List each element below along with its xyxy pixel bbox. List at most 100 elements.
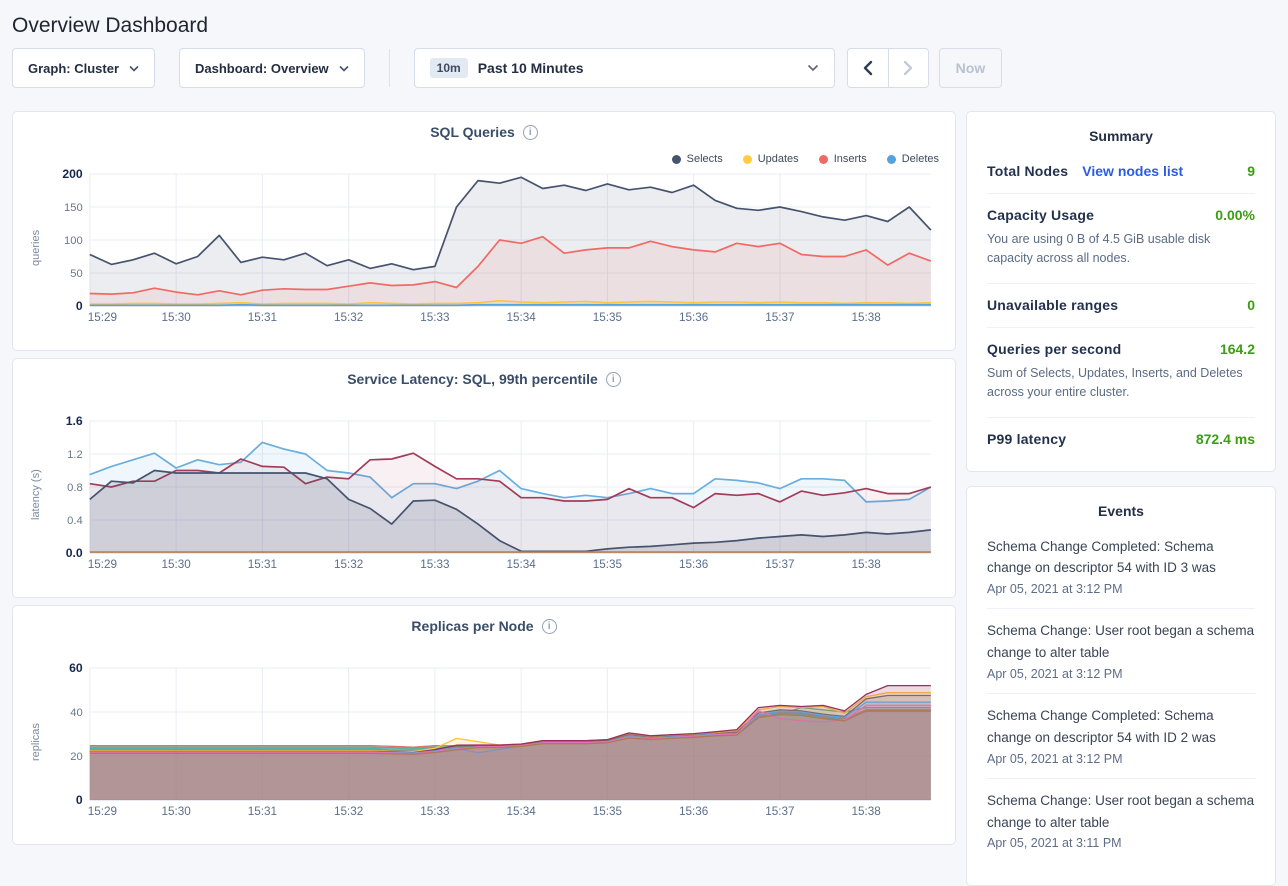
svg-text:15:34: 15:34 — [506, 558, 536, 571]
queries-per-second-label: Queries per second — [987, 341, 1121, 357]
svg-text:15:32: 15:32 — [334, 558, 363, 571]
svg-text:0: 0 — [76, 299, 83, 313]
legend-dot — [743, 155, 752, 164]
next-timespan-button[interactable] — [888, 49, 928, 87]
events-panel: Events Schema Change Completed: Schema c… — [966, 486, 1276, 886]
svg-text:40: 40 — [70, 707, 82, 719]
svg-text:20: 20 — [70, 751, 82, 763]
summary-row-capacity: Capacity Usage 0.00% You are using 0 B o… — [987, 193, 1255, 283]
svg-text:15:38: 15:38 — [852, 558, 881, 571]
event-text: Schema Change: User root began a schema … — [987, 620, 1255, 664]
chevron-down-icon — [129, 65, 139, 72]
legend-item-deletes[interactable]: Deletes — [887, 152, 939, 166]
replicas-ylabel: replicas — [29, 662, 43, 822]
capacity-usage-value: 0.00% — [1215, 207, 1255, 223]
replicas-per-node-panel: Replicas per Node i replicas 15:2915:301… — [12, 605, 956, 845]
toolbar: Graph: Cluster Dashboard: Overview 10m P… — [12, 48, 1276, 88]
dashboard-dropdown-label: Dashboard: Overview — [195, 61, 329, 76]
event-text: Schema Change: User root began a schema … — [987, 790, 1255, 834]
chevron-down-icon — [807, 64, 819, 72]
svg-text:15:38: 15:38 — [852, 805, 881, 818]
event-list-item: Schema Change: User root began a schema … — [987, 778, 1255, 863]
legend-label: Selects — [687, 153, 723, 165]
svg-text:0.4: 0.4 — [67, 515, 83, 527]
event-list-item: Schema Change: User root began a schema … — [987, 608, 1255, 693]
total-nodes-label: Total Nodes — [987, 163, 1068, 179]
svg-text:15:36: 15:36 — [679, 311, 708, 324]
svg-text:1.6: 1.6 — [66, 415, 83, 428]
event-timestamp: Apr 05, 2021 at 3:12 PM — [987, 667, 1255, 681]
svg-text:15:35: 15:35 — [593, 311, 622, 324]
queries-per-second-description: Sum of Selects, Updates, Inserts, and De… — [987, 364, 1255, 403]
previous-timespan-button[interactable] — [848, 49, 888, 87]
now-button[interactable]: Now — [939, 48, 1003, 88]
view-nodes-list-link[interactable]: View nodes list — [1082, 163, 1183, 179]
svg-text:15:34: 15:34 — [506, 311, 536, 324]
svg-text:15:30: 15:30 — [161, 558, 190, 571]
replicas-per-node-chart[interactable]: 15:2915:3015:3115:3215:3315:3415:3515:36… — [43, 662, 939, 822]
service-latency-title: Service Latency: SQL, 99th percentile — [347, 371, 598, 387]
summary-row-total-nodes: Total Nodes View nodes list 9 — [987, 150, 1255, 193]
event-timestamp: Apr 05, 2021 at 3:12 PM — [987, 752, 1255, 766]
svg-text:0.0: 0.0 — [66, 546, 83, 560]
svg-text:15:38: 15:38 — [852, 311, 881, 324]
legend-item-inserts[interactable]: Inserts — [819, 152, 867, 166]
summary-row-qps: Queries per second 164.2 Sum of Selects,… — [987, 327, 1255, 417]
svg-text:50: 50 — [70, 268, 82, 280]
summary-row-p99-latency: P99 latency 872.4 ms — [987, 417, 1255, 461]
svg-text:0.8: 0.8 — [67, 482, 83, 494]
svg-text:15:34: 15:34 — [506, 805, 536, 818]
svg-text:15:35: 15:35 — [593, 805, 622, 818]
info-icon[interactable]: i — [606, 372, 621, 387]
svg-text:15:33: 15:33 — [420, 558, 449, 571]
service-latency-chart[interactable]: 15:2915:3015:3115:3215:3315:3415:3515:36… — [43, 415, 939, 575]
overview-dashboard-page: Overview Dashboard Graph: Cluster Dashbo… — [0, 0, 1288, 886]
event-timestamp: Apr 05, 2021 at 3:11 PM — [987, 836, 1255, 850]
sql-queries-chart[interactable]: 15:2915:3015:3115:3215:3315:3415:3515:36… — [43, 168, 939, 328]
time-range-selector[interactable]: 10m Past 10 Minutes — [414, 48, 835, 88]
legend-item-selects[interactable]: Selects — [672, 152, 723, 166]
svg-text:15:29: 15:29 — [88, 311, 117, 324]
legend-label: Deletes — [902, 153, 939, 165]
time-range-label: Past 10 Minutes — [478, 60, 584, 76]
capacity-usage-label: Capacity Usage — [987, 207, 1094, 223]
sql-queries-title: SQL Queries — [430, 124, 515, 140]
svg-text:0: 0 — [76, 793, 83, 807]
event-list-item: Schema Change Completed: Schema change o… — [987, 693, 1255, 778]
svg-text:15:33: 15:33 — [420, 805, 449, 818]
summary-title: Summary — [987, 112, 1255, 150]
svg-text:100: 100 — [64, 235, 83, 247]
legend-label: Updates — [758, 153, 799, 165]
unavailable-ranges-value: 0 — [1247, 297, 1255, 313]
graph-dropdown[interactable]: Graph: Cluster — [12, 48, 155, 88]
svg-text:15:29: 15:29 — [88, 805, 117, 818]
event-timestamp: Apr 05, 2021 at 3:12 PM — [987, 582, 1255, 596]
events-title: Events — [987, 487, 1255, 525]
svg-text:150: 150 — [64, 202, 83, 214]
dashboard-dropdown[interactable]: Dashboard: Overview — [179, 48, 365, 88]
legend-dot — [819, 155, 828, 164]
svg-text:15:36: 15:36 — [679, 558, 708, 571]
svg-text:15:33: 15:33 — [420, 311, 449, 324]
queries-per-second-value: 164.2 — [1220, 341, 1255, 357]
svg-text:15:35: 15:35 — [593, 558, 622, 571]
info-icon[interactable]: i — [542, 619, 557, 634]
charts-column: SQL Queries i Selects Updates — [12, 111, 956, 845]
page-title: Overview Dashboard — [12, 0, 1276, 48]
svg-text:200: 200 — [62, 168, 83, 181]
capacity-usage-description: You are using 0 B of 4.5 GiB usable disk… — [987, 230, 1255, 269]
svg-text:15:31: 15:31 — [248, 805, 277, 818]
svg-text:60: 60 — [69, 662, 83, 675]
service-latency-ylabel: latency (s) — [29, 415, 43, 575]
legend-item-updates[interactable]: Updates — [743, 152, 799, 166]
info-icon[interactable]: i — [523, 125, 538, 140]
sql-queries-ylabel: queries — [29, 168, 43, 328]
summary-panel: Summary Total Nodes View nodes list 9 Ca… — [966, 111, 1276, 472]
svg-text:15:37: 15:37 — [765, 311, 794, 324]
svg-text:15:30: 15:30 — [161, 805, 190, 818]
svg-text:15:30: 15:30 — [161, 311, 190, 324]
toolbar-divider — [389, 49, 390, 87]
svg-text:15:32: 15:32 — [334, 805, 363, 818]
summary-row-unavailable-ranges: Unavailable ranges 0 — [987, 283, 1255, 327]
graph-dropdown-label: Graph: Cluster — [28, 61, 119, 76]
